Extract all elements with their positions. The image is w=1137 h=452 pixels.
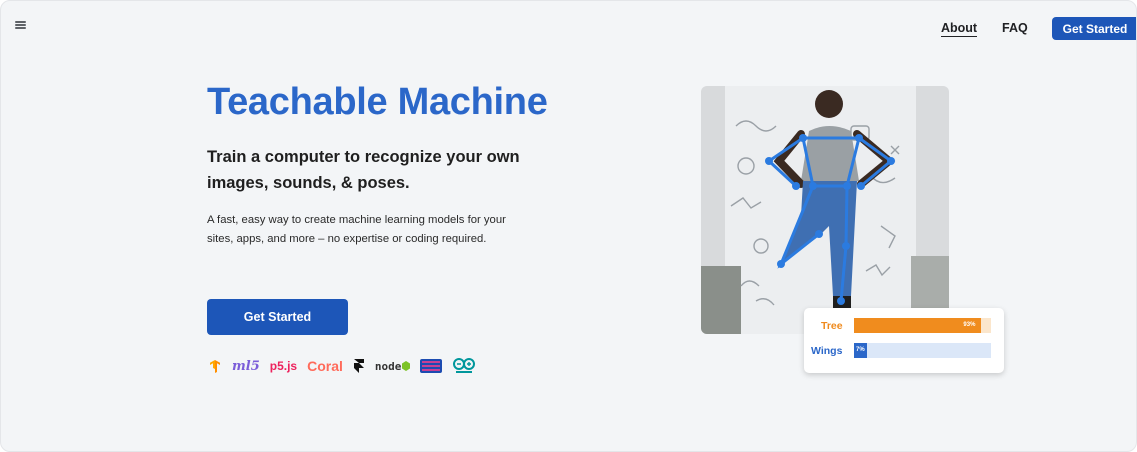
- hero-subtitle: Train a computer to recognize your own i…: [207, 148, 520, 192]
- processing-logo: [420, 358, 443, 374]
- ml5-logo: ml5: [232, 358, 260, 374]
- node-logo: node: [375, 360, 411, 373]
- prediction-percent-tree: 93%: [963, 322, 976, 328]
- node-logo-text: node: [374, 359, 402, 373]
- nav-faq-link[interactable]: FAQ: [1002, 21, 1028, 35]
- coral-logo: Coral: [307, 358, 343, 374]
- partner-logos: ml5 p5.js Coral node: [208, 354, 476, 378]
- framer-logo: [353, 358, 365, 374]
- p5js-logo: p5.js: [269, 359, 298, 373]
- page-title: Teachable Machine: [207, 81, 548, 123]
- prediction-percent-wings: 7%: [856, 347, 865, 353]
- hero-description: A fast, easy way to create machine learn…: [207, 214, 506, 245]
- get-started-button[interactable]: Get Started: [207, 299, 348, 335]
- prediction-card: Tree 93% Wings 7%: [804, 308, 1004, 373]
- nav-about-link[interactable]: About: [941, 21, 978, 37]
- pose-demo-image: [701, 86, 949, 334]
- prediction-bar-wings: 7%: [854, 343, 991, 358]
- prediction-bar-tree: 93%: [854, 318, 991, 333]
- prediction-label-wings: Wings: [811, 345, 843, 357]
- prediction-label-tree: Tree: [821, 320, 843, 332]
- tensorflow-logo: [208, 359, 222, 373]
- nav-get-started-button[interactable]: Get Started: [1052, 17, 1136, 40]
- prediction-bar-fill-tree: [854, 318, 982, 333]
- page-frame: About FAQ Get Started Teachable Machine …: [0, 0, 1137, 452]
- arduino-logo: [452, 357, 476, 375]
- hamburger-menu-icon[interactable]: [13, 19, 29, 31]
